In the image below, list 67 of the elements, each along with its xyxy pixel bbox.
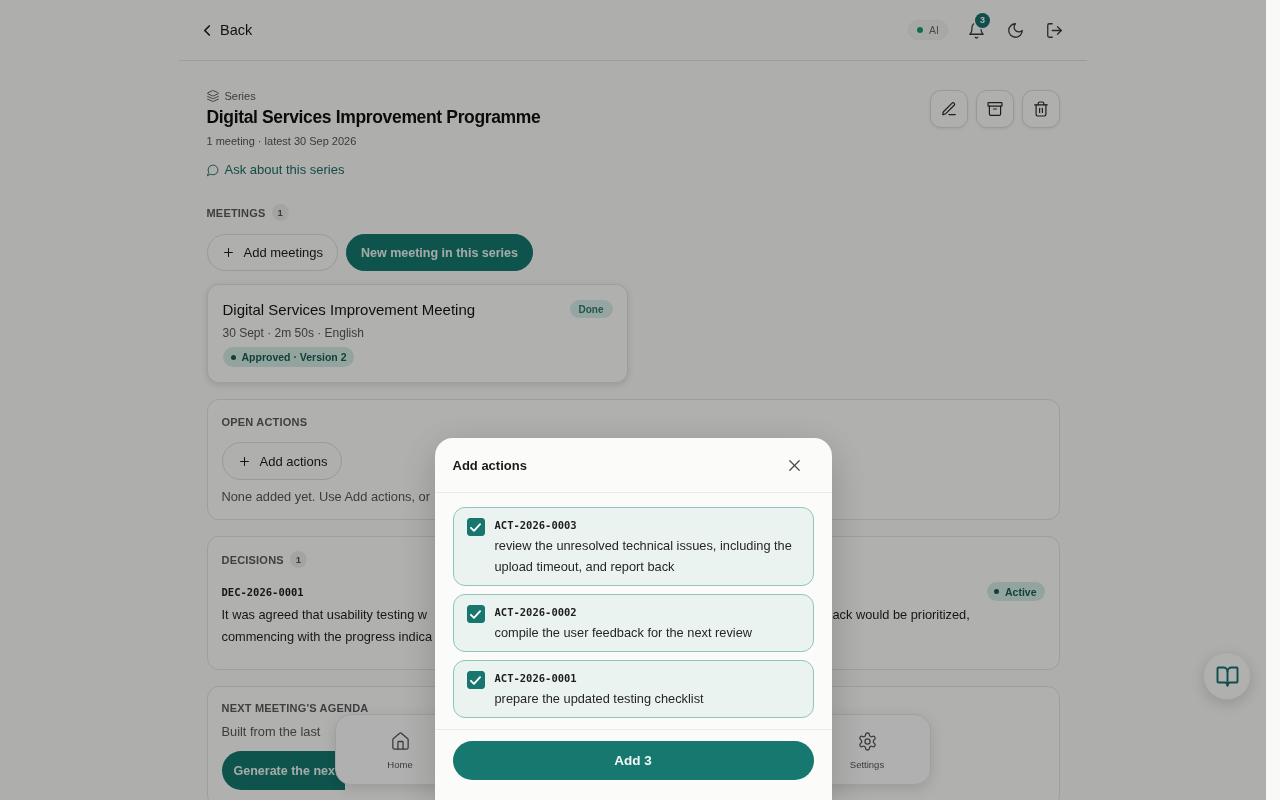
checkbox[interactable] bbox=[466, 518, 485, 536]
settings-icon bbox=[858, 733, 876, 750]
ai-status-chip[interactable]: AI bbox=[908, 20, 948, 40]
plus-icon bbox=[223, 248, 233, 257]
checkmark-icon bbox=[470, 609, 481, 619]
meeting-card[interactable]: Digital Services Improvement Meeting Done 30 Sept · 2m 50s · English Approved · Version 2 bbox=[206, 284, 628, 383]
trash-icon bbox=[1033, 102, 1048, 116]
delete-button[interactable] bbox=[1021, 90, 1060, 128]
action-id: ACT-2026-0002 bbox=[494, 605, 578, 619]
book-icon bbox=[1216, 666, 1238, 686]
back-button[interactable]: Back bbox=[204, 22, 253, 38]
action-text: prepare the updated testing checklist bbox=[494, 690, 704, 708]
agenda-note: Built from the last bbox=[221, 724, 321, 740]
decision-id: DEC-2026-0001 bbox=[221, 585, 304, 598]
add-actions-button[interactable]: Add actions bbox=[221, 442, 343, 480]
notification-count-badge: 3 bbox=[975, 12, 990, 28]
nav-item[interactable]: Home bbox=[373, 733, 427, 770]
close-icon[interactable] bbox=[788, 459, 800, 471]
count-badge: 1 bbox=[289, 551, 307, 568]
section-heading: MEETINGS bbox=[206, 206, 266, 219]
section-heading: NEXT MEETING'S AGENDA bbox=[221, 702, 369, 714]
new-meeting-button[interactable]: New meeting in this series bbox=[346, 234, 533, 271]
section-heading: DECISIONS bbox=[221, 553, 284, 566]
series-title: Digital Services Improvement Programme bbox=[206, 106, 541, 129]
archive-box-icon bbox=[987, 102, 1002, 116]
meeting-meta: 30 Sept · 2m 50s · English bbox=[222, 325, 364, 341]
add-meetings-button[interactable]: Add meetings bbox=[206, 234, 338, 271]
bell-icon[interactable] bbox=[969, 22, 984, 38]
edit-button[interactable] bbox=[929, 90, 968, 128]
generate-button[interactable]: Generate the nex bbox=[221, 751, 345, 790]
archive-button[interactable] bbox=[975, 90, 1014, 128]
decision-text: It was agreed that usability testing w commencing with the progress indica bbox=[221, 606, 433, 646]
home-icon bbox=[391, 733, 409, 750]
action-option[interactable]: ACT-2026-0002 compile the user feedback for the next review bbox=[452, 594, 814, 652]
count-badge: 1 bbox=[271, 204, 289, 221]
layers-icon bbox=[206, 90, 219, 102]
status-dot-icon bbox=[994, 589, 999, 594]
action-option[interactable]: ACT-2026-0001 prepare the updated testing checklist bbox=[452, 660, 814, 718]
action-id: ACT-2026-0003 bbox=[494, 518, 578, 532]
series-label: Series bbox=[224, 90, 256, 102]
action-text: review the unresolved technical issues, including the upload timeout, and report back bbox=[494, 537, 793, 576]
status-badge: Done bbox=[569, 300, 613, 318]
approval-label: Approved · Version 2 bbox=[241, 351, 347, 363]
status-dot-icon bbox=[230, 354, 236, 360]
decision-text: ack would be prioritized, bbox=[832, 606, 970, 624]
checkmark-icon bbox=[470, 675, 481, 685]
section-heading: OPEN ACTIONS bbox=[221, 415, 308, 428]
moon-icon[interactable] bbox=[1008, 22, 1023, 38]
checkbox[interactable] bbox=[466, 605, 485, 623]
pencil-icon bbox=[941, 102, 956, 116]
confirm-button[interactable]: Add 3 bbox=[452, 741, 814, 780]
dialog-title: Add actions bbox=[452, 457, 527, 473]
checkmark-icon bbox=[470, 522, 481, 532]
plus-icon bbox=[239, 456, 249, 466]
status-label: Active bbox=[1005, 585, 1037, 598]
meeting-title: Digital Services Improvement Meeting bbox=[222, 300, 476, 318]
chat-bubble-icon bbox=[206, 164, 219, 176]
nav-item[interactable]: Settings bbox=[840, 733, 894, 770]
chevron-left-icon bbox=[204, 24, 210, 36]
action-option[interactable]: ACT-2026-0003 review the unresolved technical issues, including the upload timeout, and report back bbox=[452, 507, 814, 586]
empty-note: None added yet. Use Add actions, or bbox=[221, 489, 430, 505]
series-meta: 1 meeting · latest 30 Sep 2026 bbox=[206, 134, 357, 149]
logout-icon[interactable] bbox=[1047, 22, 1062, 38]
action-id: ACT-2026-0001 bbox=[494, 671, 578, 685]
action-text: compile the user feedback for the next review bbox=[494, 624, 752, 642]
checkbox[interactable] bbox=[466, 671, 485, 689]
ask-link[interactable]: Ask about this series bbox=[206, 162, 345, 178]
